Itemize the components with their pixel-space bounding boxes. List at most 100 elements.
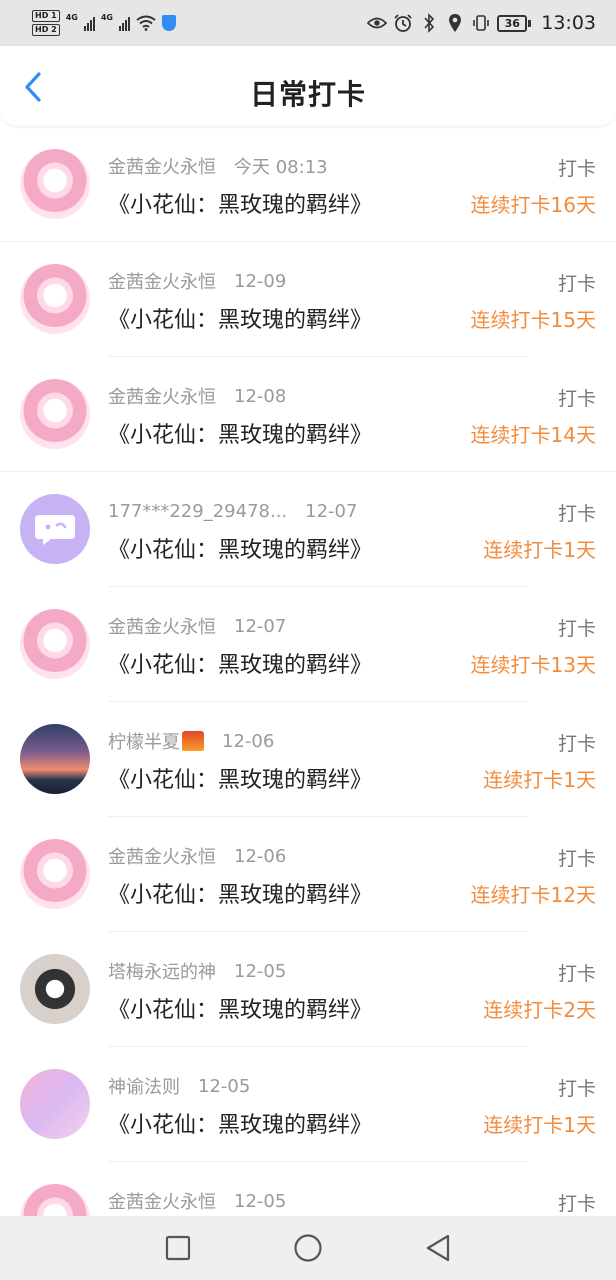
chat-bubble-icon bbox=[35, 515, 75, 545]
action-label: 打卡 bbox=[557, 388, 596, 410]
status-bar: HD 1 HD 2 4G 4G 36 13:03 bbox=[0, 0, 616, 46]
list-item[interactable]: 柠檬半夏 12-06 《小花仙：黑玫瑰的羁绊》 打卡 连续打卡1天 bbox=[0, 702, 616, 817]
username[interactable]: 金茜金火永恒 bbox=[108, 843, 216, 869]
meta-line: 神谕法则 12-05 bbox=[108, 1073, 250, 1099]
timestamp: 12-07 bbox=[234, 615, 287, 637]
system-back-button[interactable] bbox=[418, 1228, 458, 1268]
post-title[interactable]: 《小花仙：黑玫瑰的羁绊》 bbox=[108, 992, 372, 1024]
streak-label: 连续打卡13天 bbox=[470, 653, 596, 677]
streak-label: 连续打卡1天 bbox=[483, 768, 596, 792]
home-button[interactable] bbox=[288, 1228, 328, 1268]
vibrate-icon bbox=[473, 15, 490, 31]
list-item[interactable]: 金茜金火永恒 12-06 《小花仙：黑玫瑰的羁绊》 打卡 连续打卡12天 bbox=[0, 817, 616, 932]
timestamp: 12-08 bbox=[234, 385, 287, 407]
avatar[interactable] bbox=[20, 1069, 90, 1139]
meta-line: 柠檬半夏 12-06 bbox=[108, 728, 274, 754]
streak-label: 连续打卡1天 bbox=[483, 538, 596, 562]
streak-label: 连续打卡2天 bbox=[483, 998, 596, 1022]
post-title[interactable]: 《小花仙：黑玫瑰的羁绊》 bbox=[108, 302, 372, 334]
action-label: 打卡 bbox=[557, 273, 596, 295]
post-title[interactable]: 《小花仙：黑玫瑰的羁绊》 bbox=[108, 532, 372, 564]
hd2-badge: HD 2 bbox=[32, 24, 60, 36]
timestamp: 今天 08:13 bbox=[234, 157, 328, 178]
action-label: 打卡 bbox=[557, 733, 596, 755]
meta-line: 金茜金火永恒 12-09 bbox=[108, 268, 286, 294]
avatar[interactable] bbox=[20, 954, 90, 1024]
timestamp: 12-06 bbox=[234, 845, 287, 867]
timestamp: 12-09 bbox=[234, 270, 287, 292]
avatar[interactable] bbox=[20, 609, 90, 679]
post-title[interactable]: 《小花仙：黑玫瑰的羁绊》 bbox=[108, 417, 372, 449]
signal-icon bbox=[83, 15, 95, 31]
streak-label: 连续打卡15天 bbox=[470, 308, 596, 332]
streak-label: 连续打卡1天 bbox=[483, 1113, 596, 1137]
status-right: 36 13:03 bbox=[367, 12, 596, 34]
avatar[interactable] bbox=[20, 494, 90, 564]
meta-line: 金茜金火永恒 12-07 bbox=[108, 613, 286, 639]
username[interactable]: 金茜金火永恒 bbox=[108, 383, 216, 409]
post-title[interactable]: 《小花仙：黑玫瑰的羁绊》 bbox=[108, 187, 372, 219]
clock: 13:03 bbox=[541, 12, 596, 34]
avatar[interactable] bbox=[20, 839, 90, 909]
timestamp: 12-05 bbox=[234, 1190, 287, 1212]
page-title: 日常打卡 bbox=[249, 78, 366, 111]
list-item[interactable]: 金茜金火永恒 12-08 《小花仙：黑玫瑰的羁绊》 打卡 连续打卡14天 bbox=[0, 357, 616, 472]
battery-level: 36 bbox=[497, 14, 528, 32]
eye-icon bbox=[367, 17, 388, 29]
hd-indicators: HD 1 HD 2 bbox=[32, 10, 60, 36]
network-type-1: 4G bbox=[65, 12, 78, 22]
post-title[interactable]: 《小花仙：黑玫瑰的羁绊》 bbox=[108, 877, 372, 909]
username[interactable]: 塔梅永远的神 bbox=[108, 958, 216, 984]
list-item[interactable]: 金茜金火永恒 12-07 《小花仙：黑玫瑰的羁绊》 打卡 连续打卡13天 bbox=[0, 587, 616, 702]
square-recent-apps-icon bbox=[165, 1235, 191, 1261]
avatar[interactable] bbox=[20, 149, 90, 219]
screen: HD 1 HD 2 4G 4G 36 13:03 日常打卡 金茜金火永恒 今天 … bbox=[0, 0, 616, 1280]
meta-line: 金茜金火永恒 今天 08:13 bbox=[108, 153, 328, 179]
action-label: 打卡 bbox=[557, 1078, 596, 1100]
post-title[interactable]: 《小花仙：黑玫瑰的羁绊》 bbox=[108, 1107, 372, 1139]
streak-label: 连续打卡16天 bbox=[470, 193, 596, 217]
avatar[interactable] bbox=[20, 264, 90, 334]
username[interactable]: 神谕法则 bbox=[108, 1073, 180, 1099]
triangle-back-icon bbox=[426, 1234, 450, 1262]
username[interactable]: 金茜金火永恒 bbox=[108, 1188, 216, 1214]
list-item[interactable]: 金茜金火永恒 今天 08:13 《小花仙：黑玫瑰的羁绊》 打卡 连续打卡16天 bbox=[0, 127, 616, 242]
battery-tip bbox=[528, 19, 532, 27]
battery-icon: 36 bbox=[497, 14, 532, 32]
action-label: 打卡 bbox=[557, 503, 596, 525]
avatar[interactable] bbox=[20, 724, 90, 794]
action-label: 打卡 bbox=[557, 618, 596, 640]
list-item[interactable]: 金茜金火永恒 12-09 《小花仙：黑玫瑰的羁绊》 打卡 连续打卡15天 bbox=[0, 242, 616, 357]
list-item[interactable]: 神谕法则 12-05 《小花仙：黑玫瑰的羁绊》 打卡 连续打卡1天 bbox=[0, 1047, 616, 1162]
circle-home-icon bbox=[294, 1234, 322, 1262]
bluetooth-icon bbox=[424, 13, 435, 33]
system-nav-bar bbox=[0, 1216, 616, 1280]
username[interactable]: 177***229_29478... bbox=[108, 501, 287, 522]
timestamp: 12-06 bbox=[222, 730, 275, 752]
alarm-icon bbox=[394, 14, 412, 32]
wifi-icon bbox=[136, 15, 156, 31]
avatar[interactable] bbox=[20, 379, 90, 449]
meta-line: 金茜金火永恒 12-05 bbox=[108, 1188, 286, 1214]
timestamp: 12-05 bbox=[234, 960, 287, 982]
username[interactable]: 金茜金火永恒 bbox=[108, 613, 216, 639]
username[interactable]: 金茜金火永恒 bbox=[108, 153, 216, 179]
network-type-2: 4G bbox=[100, 12, 113, 22]
list-item[interactable]: 塔梅永远的神 12-05 《小花仙：黑玫瑰的羁绊》 打卡 连续打卡2天 bbox=[0, 932, 616, 1047]
fire-emoji-icon bbox=[182, 731, 204, 751]
username[interactable]: 金茜金火永恒 bbox=[108, 268, 216, 294]
post-title[interactable]: 《小花仙：黑玫瑰的羁绊》 bbox=[108, 762, 372, 794]
recent-apps-button[interactable] bbox=[158, 1228, 198, 1268]
meta-line: 金茜金火永恒 12-06 bbox=[108, 843, 286, 869]
action-label: 打卡 bbox=[557, 963, 596, 985]
meta-line: 金茜金火永恒 12-08 bbox=[108, 383, 286, 409]
timestamp: 12-07 bbox=[305, 500, 358, 522]
post-title[interactable]: 《小花仙：黑玫瑰的羁绊》 bbox=[108, 647, 372, 679]
action-label: 打卡 bbox=[557, 848, 596, 870]
header: 日常打卡 bbox=[0, 46, 616, 126]
signal-icon-2 bbox=[118, 15, 130, 31]
username[interactable]: 柠檬半夏 bbox=[108, 728, 180, 754]
shield-icon bbox=[161, 15, 176, 31]
action-label: 打卡 bbox=[557, 158, 596, 180]
list-item[interactable]: 177***229_29478... 12-07 《小花仙：黑玫瑰的羁绊》 打卡… bbox=[0, 472, 616, 587]
